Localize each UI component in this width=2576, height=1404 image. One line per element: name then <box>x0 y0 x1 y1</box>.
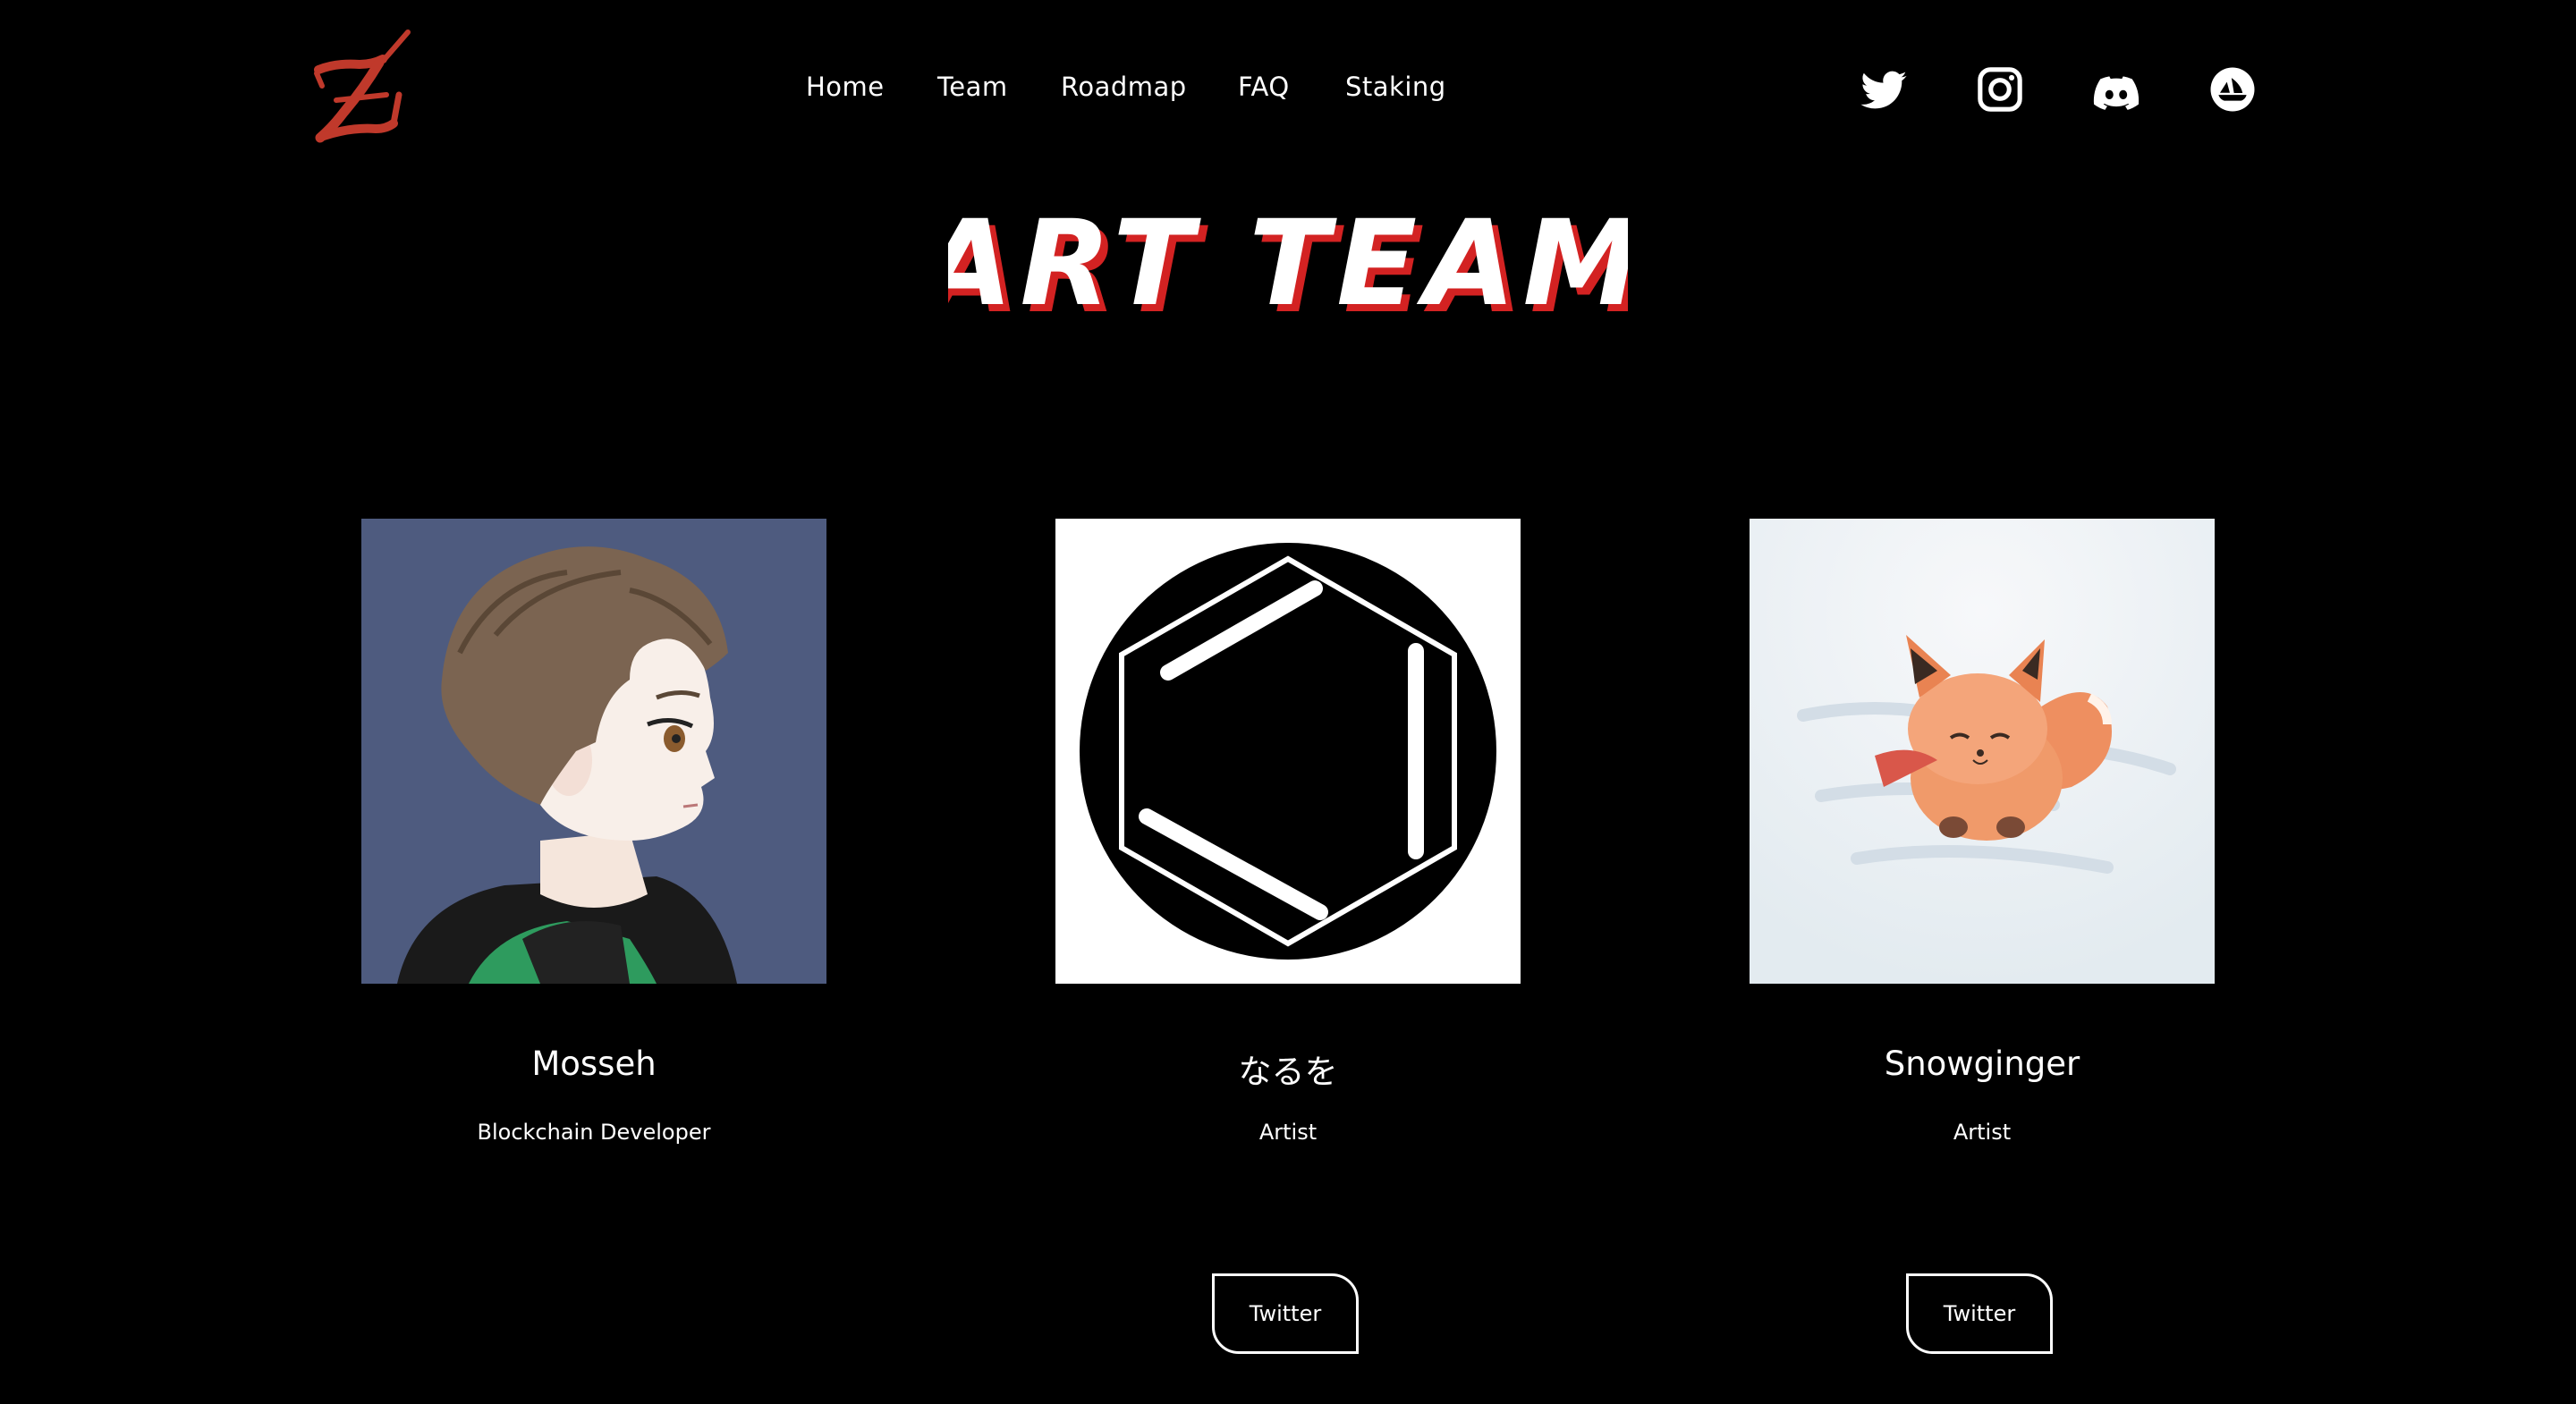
avatar-fox-painting <box>1750 519 2215 984</box>
twitter-icon[interactable] <box>1859 66 1909 116</box>
section-title: ART TEAM ART TEAM <box>0 199 2576 342</box>
member-role: Artist <box>1953 1120 2012 1145</box>
opensea-icon[interactable] <box>2207 64 2258 114</box>
twitter-button[interactable]: Twitter <box>1906 1273 2053 1354</box>
nav-faq[interactable]: FAQ <box>1238 72 1290 102</box>
avatar-anime-boy <box>361 519 826 984</box>
nav-roadmap[interactable]: Roadmap <box>1061 72 1187 102</box>
nav-home[interactable]: Home <box>806 72 885 102</box>
member-role: Artist <box>1258 1120 1318 1145</box>
member-name: Snowginger <box>1884 1045 2080 1083</box>
instagram-icon[interactable] <box>1975 64 2025 114</box>
art-team-heading: ART TEAM ART TEAM <box>948 199 1628 340</box>
avatar-hexagon-logo <box>1055 519 1521 984</box>
nav-team[interactable]: Team <box>937 72 1008 102</box>
team-card-mosseh: Mosseh Blockchain Developer <box>361 519 826 1145</box>
discord-icon[interactable] <box>2091 68 2141 118</box>
member-name: なるを <box>1238 1053 1338 1091</box>
main-nav: Home Team Roadmap FAQ Staking <box>0 72 2576 116</box>
twitter-button[interactable]: Twitter <box>1212 1273 1359 1354</box>
nav-staking[interactable]: Staking <box>1345 72 1446 102</box>
team-card-naruwo: なるを Artist Twitter <box>1055 519 1521 1354</box>
team-card-snowginger: Snowginger Artist Twitter <box>1750 519 2215 1354</box>
member-name: Mosseh <box>531 1045 657 1083</box>
member-role: Blockchain Developer <box>477 1120 711 1145</box>
title-text: ART TEAM <box>948 199 1628 333</box>
